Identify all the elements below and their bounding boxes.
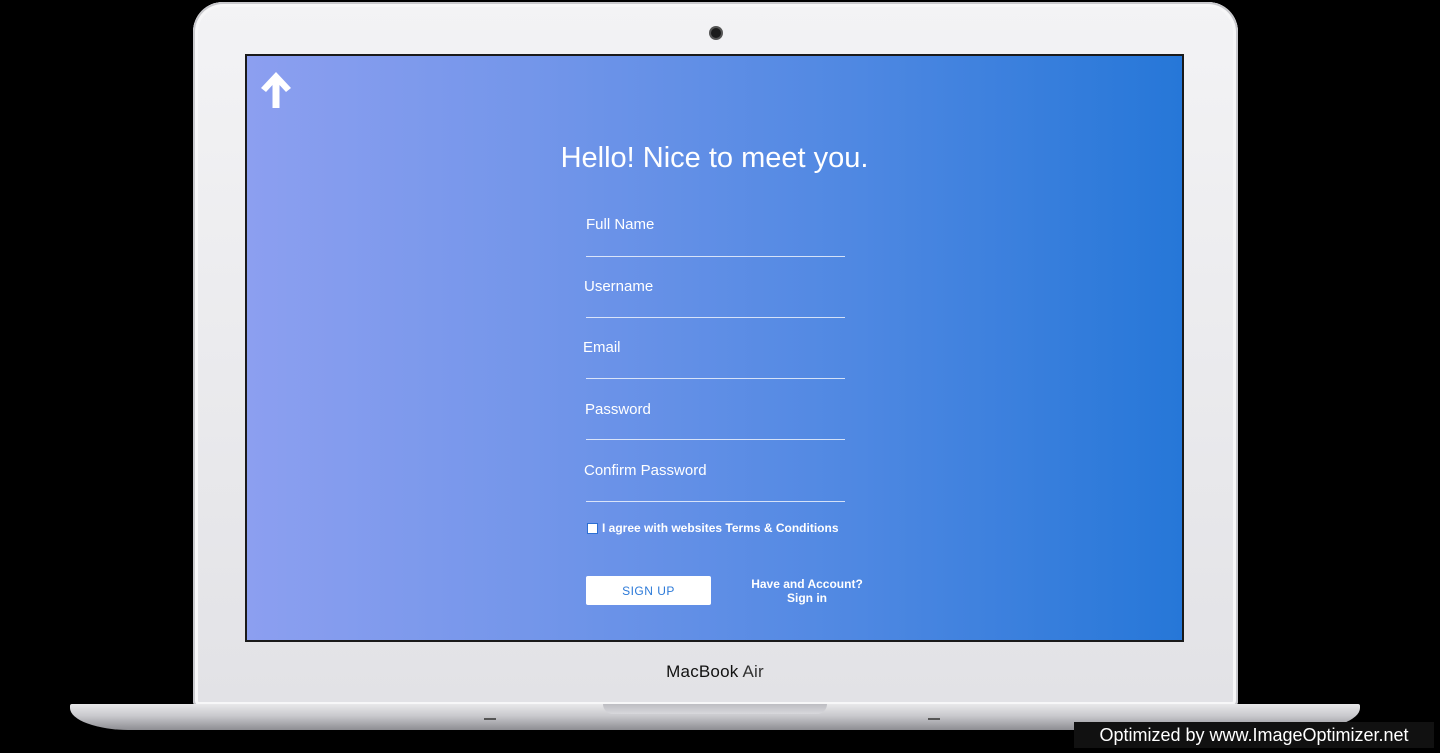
device-brand: MacBook Air bbox=[600, 662, 830, 682]
username-input[interactable] bbox=[586, 317, 845, 318]
account-question: Have and Account? bbox=[751, 577, 863, 591]
email-input[interactable] bbox=[586, 378, 845, 379]
laptop-foot bbox=[928, 718, 940, 720]
brand-bold: MacBook bbox=[666, 662, 739, 681]
brand-light: Air bbox=[742, 662, 764, 681]
full-name-label: Full Name bbox=[586, 216, 655, 233]
sign-in-link[interactable]: Have and Account? Sign in bbox=[735, 577, 879, 605]
username-label: Username bbox=[584, 278, 654, 295]
confirm-password-label: Confirm Password bbox=[584, 462, 707, 479]
laptop-foot bbox=[484, 718, 496, 720]
sign-up-button[interactable]: SIGN UP bbox=[586, 576, 711, 605]
laptop-hinge-notch bbox=[603, 704, 827, 714]
page-title: Hello! Nice to meet you. bbox=[560, 142, 869, 174]
up-arrow-icon[interactable] bbox=[259, 70, 293, 110]
sign-in-text: Sign in bbox=[787, 591, 827, 605]
camera bbox=[711, 28, 721, 38]
terms-checkbox[interactable] bbox=[587, 523, 598, 534]
email-label: Email bbox=[583, 339, 621, 356]
watermark: Optimized by www.ImageOptimizer.net bbox=[1074, 722, 1434, 748]
password-label: Password bbox=[585, 401, 651, 418]
terms-label: I agree with websites Terms & Conditions bbox=[602, 521, 839, 535]
password-input[interactable] bbox=[586, 439, 845, 440]
confirm-password-input[interactable] bbox=[586, 501, 845, 502]
app-screen: Hello! Nice to meet you. Full Name Usern… bbox=[247, 56, 1182, 640]
full-name-input[interactable] bbox=[586, 256, 845, 257]
